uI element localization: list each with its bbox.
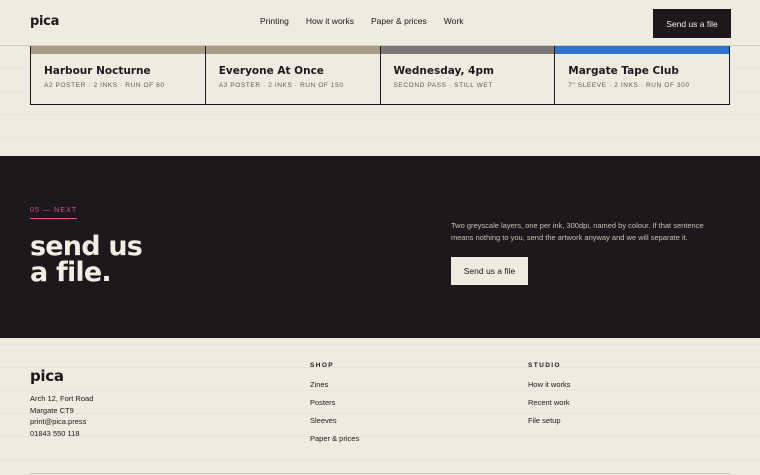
- footer-shop-heading: SHOP: [310, 362, 335, 369]
- footer-studio-column: STUDIO How it works Recent work File set…: [528, 362, 571, 434]
- cta-description: Two greyscale layers, one per ink, 300dp…: [451, 221, 704, 242]
- card-image-strip: [555, 46, 729, 54]
- nav-link-printing[interactable]: Printing: [260, 16, 289, 26]
- footer-link-recent-work[interactable]: Recent work: [528, 398, 571, 416]
- footer-link-paper-prices[interactable]: Paper & prices: [310, 434, 359, 452]
- footer-phone[interactable]: 01843 550 118: [30, 428, 93, 440]
- nav-link-work[interactable]: Work: [444, 16, 464, 26]
- project-card[interactable]: Wednesday, 4pm SECOND PASS · STILL WET: [380, 46, 556, 104]
- footer-link-zines[interactable]: Zines: [310, 380, 359, 398]
- card-title: Margate Tape Club: [568, 65, 679, 77]
- cta-heading-line-2: a file.: [30, 257, 112, 288]
- address-line: Arch 12, Fort Road: [30, 394, 94, 403]
- card-title: Everyone At Once: [218, 65, 324, 77]
- footer-link-file-setup[interactable]: File setup: [528, 416, 571, 434]
- footer-shop-column: SHOP Zines Posters Sleeves Paper & price…: [310, 362, 359, 452]
- card-title: Wednesday, 4pm: [393, 65, 494, 77]
- footer-link-posters[interactable]: Posters: [310, 398, 359, 416]
- card-meta: A3 POSTER · 2 INKS · RUN OF 150: [218, 82, 344, 89]
- cta-heading: send us a file.: [30, 233, 143, 288]
- top-nav: pica Printing How it works Paper & price…: [0, 0, 760, 46]
- card-meta: SECOND PASS · STILL WET: [393, 82, 493, 89]
- address-line: Margate CT9: [30, 405, 74, 415]
- footer-divider: [30, 473, 730, 474]
- project-cards: Harbour Nocturne A2 POSTER · 2 INKS · RU…: [30, 46, 730, 105]
- nav-link-how-it-works[interactable]: How it works: [306, 16, 354, 26]
- footer-link-how-it-works[interactable]: How it works: [528, 380, 571, 398]
- card-meta: A2 POSTER · 2 INKS · RUN OF 80: [44, 82, 165, 89]
- send-file-cta-button[interactable]: Send us a file: [451, 257, 528, 285]
- cta-band: 05 — NEXT send us a file. Two greyscale …: [0, 156, 760, 338]
- footer-logo[interactable]: pica: [30, 367, 64, 385]
- footer: pica Arch 12, Fort Road Margate CT9 prin…: [0, 338, 760, 475]
- card-image-strip: [31, 46, 205, 54]
- card-image-strip: [205, 46, 380, 54]
- card-image-strip: [380, 46, 555, 54]
- card-meta: 7" SLEEVE · 2 INKS · RUN OF 300: [568, 82, 690, 89]
- project-card[interactable]: Harbour Nocturne A2 POSTER · 2 INKS · RU…: [31, 46, 206, 104]
- footer-link-sleeves[interactable]: Sleeves: [310, 416, 359, 434]
- nav-links: Printing How it works Paper & prices Wor…: [260, 16, 463, 26]
- project-card[interactable]: Margate Tape Club 7" SLEEVE · 2 INKS · R…: [555, 46, 729, 104]
- project-card[interactable]: Everyone At Once A3 POSTER · 2 INKS · RU…: [205, 46, 381, 104]
- footer-email[interactable]: print@pica.press: [30, 416, 93, 428]
- section-eyebrow: 05 — NEXT: [30, 207, 78, 219]
- send-file-button[interactable]: Send us a file: [653, 9, 731, 38]
- logo[interactable]: pica: [30, 14, 59, 29]
- footer-address: Arch 12, Fort Road Margate CT9 print@pic…: [30, 393, 93, 439]
- card-title: Harbour Nocturne: [44, 65, 151, 77]
- nav-link-paper-prices[interactable]: Paper & prices: [371, 16, 427, 26]
- footer-studio-heading: STUDIO: [528, 362, 561, 369]
